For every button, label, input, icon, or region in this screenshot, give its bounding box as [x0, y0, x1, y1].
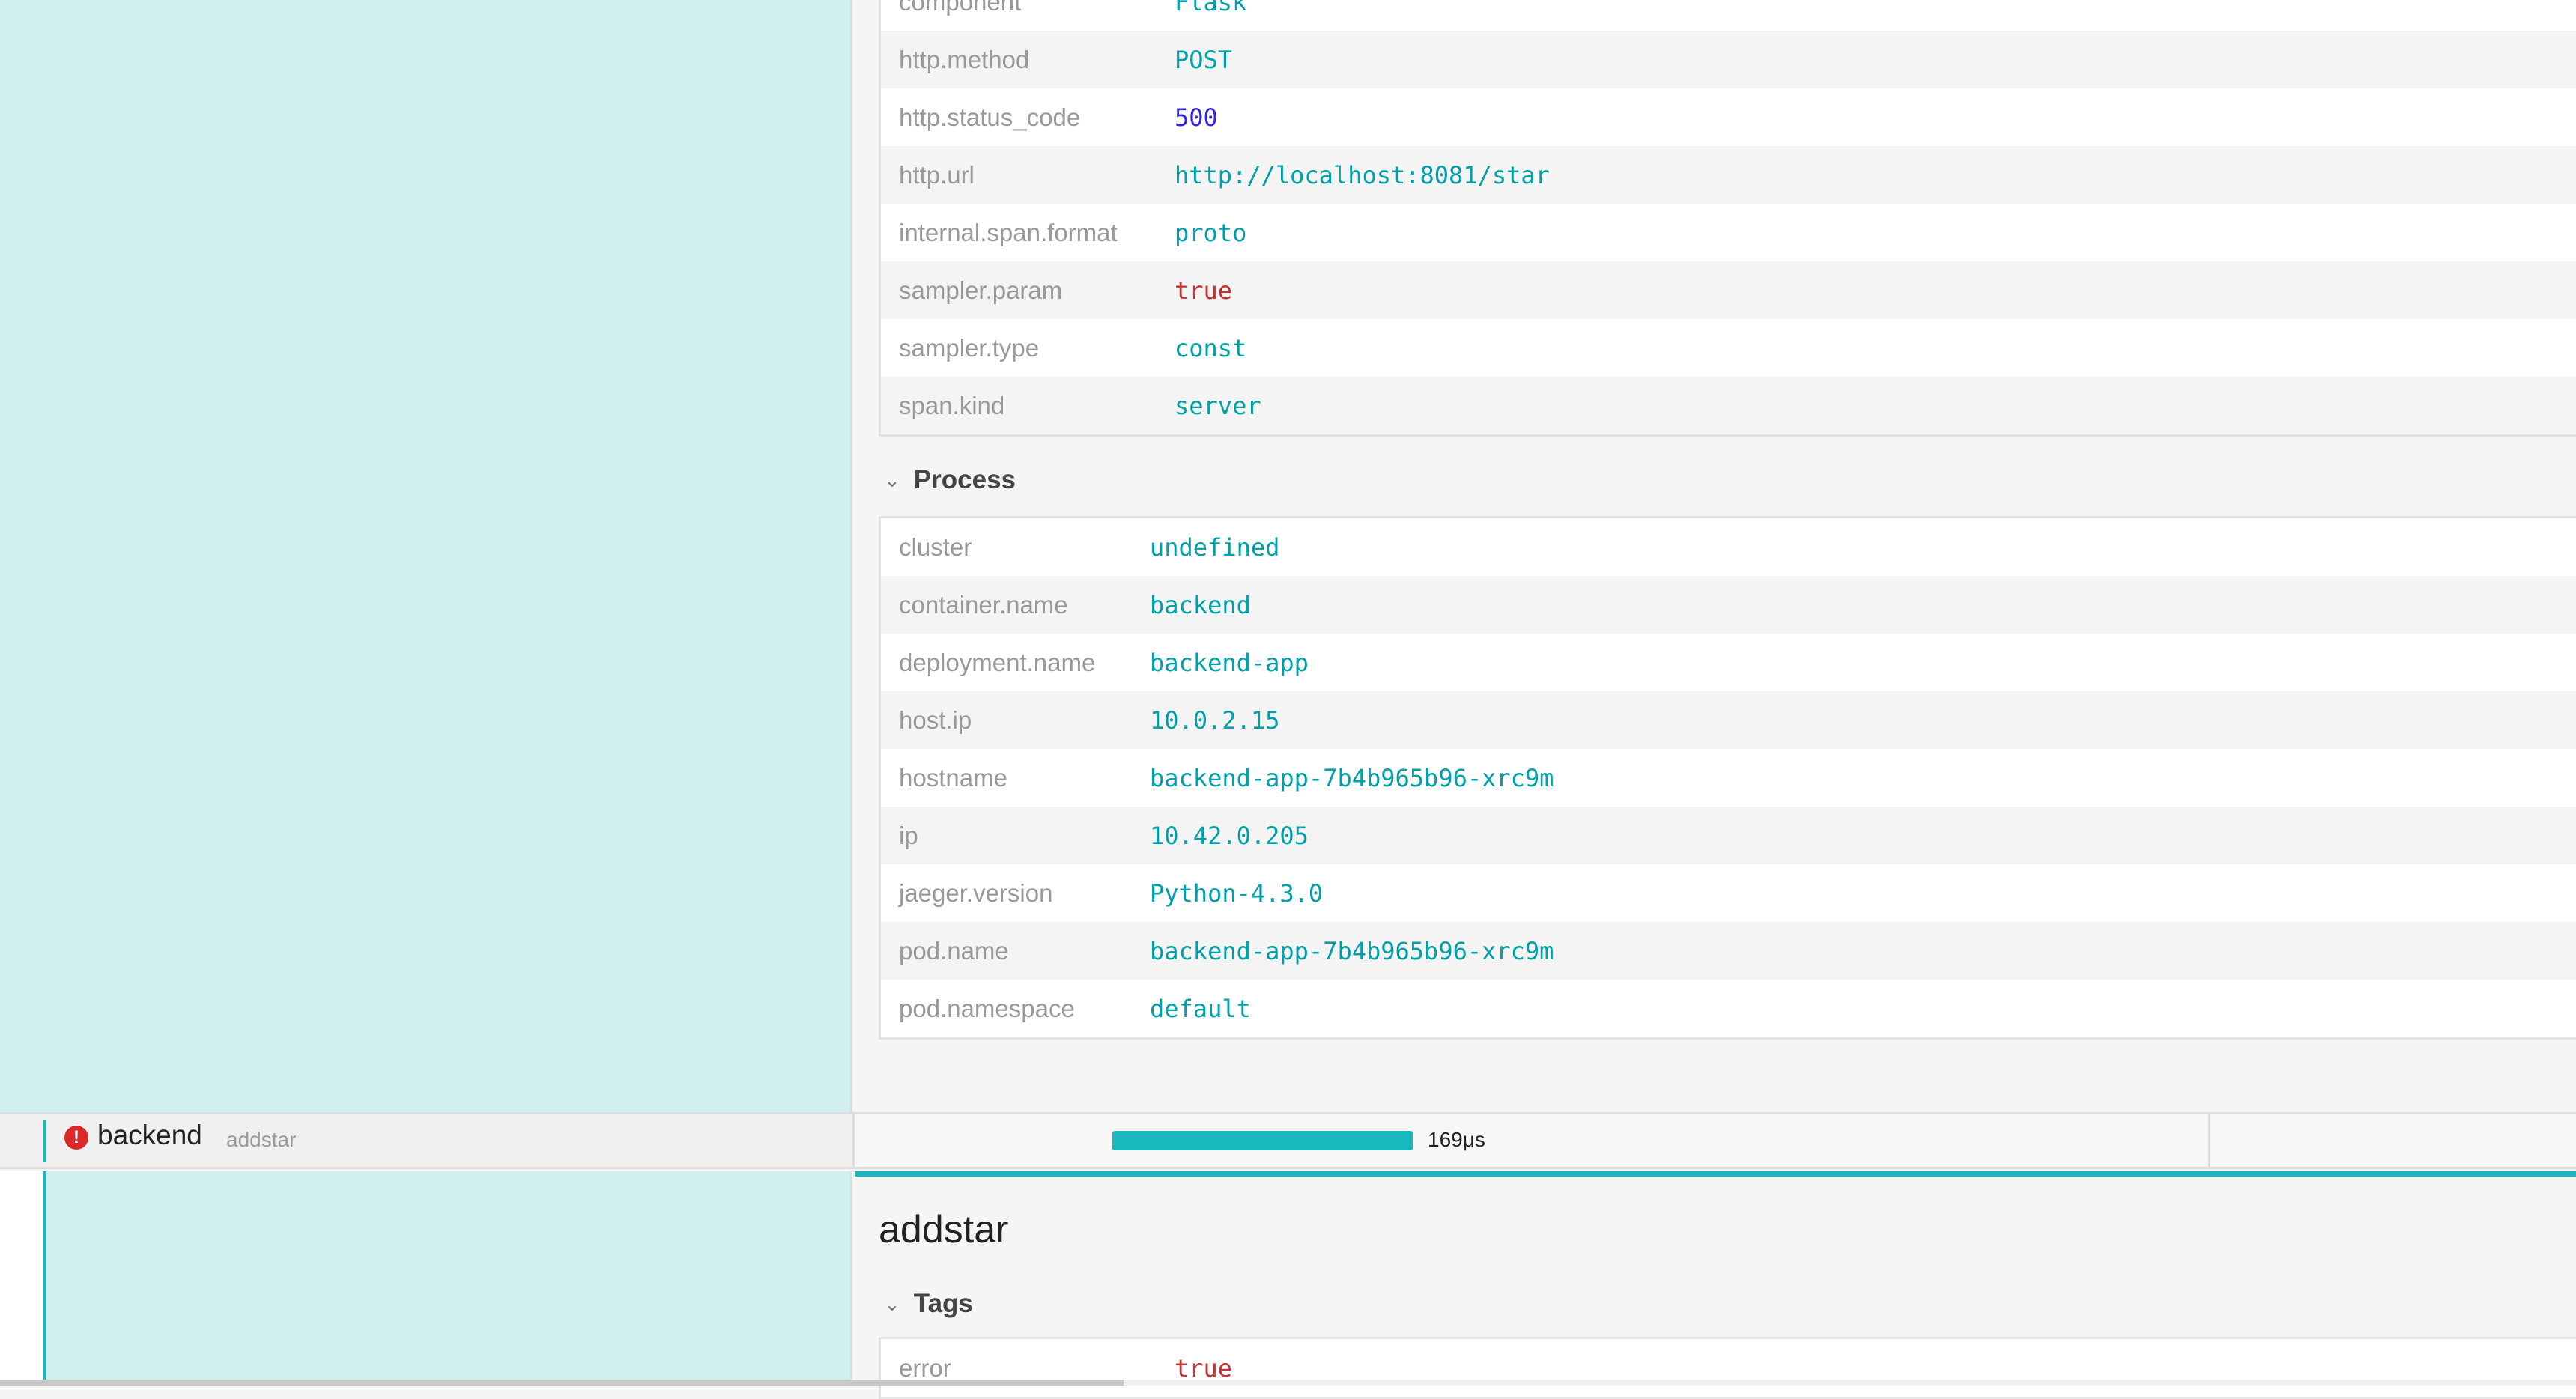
kv-row: cluster undefined — [881, 518, 2576, 576]
span-row-backend-addstar[interactable]: ! backend addstar 169μs — [0, 1112, 2576, 1169]
kv-key: deployment.name — [899, 648, 1096, 676]
span-duration-label: 169μs — [1428, 1128, 1485, 1151]
span-duration-bar[interactable] — [1112, 1131, 1413, 1150]
kv-row: pod.name backend-app-7b4b965b96-xrc9m — [881, 922, 2576, 980]
chevron-down-icon: ⌄ — [884, 468, 900, 491]
kv-row: span.kind server — [881, 377, 2576, 434]
kv-key: http.method — [899, 45, 1030, 73]
kv-value: Flask — [1175, 0, 1247, 16]
kv-key: ip — [899, 821, 918, 849]
kv-value: true — [1175, 276, 1233, 305]
detail-top-border — [855, 1171, 2576, 1177]
kv-row: internal.span.format proto — [881, 204, 2576, 261]
detail-row-left — [46, 1171, 852, 1380]
kv-value: 500 — [1175, 103, 1218, 132]
kv-key: sampler.param — [899, 276, 1063, 304]
kv-row: jaeger.version Python-4.3.0 — [881, 864, 2576, 922]
kv-value: backend-app-7b4b965b96-xrc9m — [1150, 936, 1554, 965]
kv-row: component Flask — [881, 0, 2576, 31]
kv-row: sampler.type const — [881, 319, 2576, 377]
kv-key: pod.namespace — [899, 994, 1075, 1022]
kv-key: http.status_code — [899, 103, 1081, 131]
kv-row: http.url http://localhost:8081/star — [881, 146, 2576, 204]
kv-value: Python-4.3.0 — [1150, 878, 1324, 908]
kv-key: pod.name — [899, 936, 1009, 965]
kv-row: hostname backend-app-7b4b965b96-xrc9m — [881, 749, 2576, 807]
kv-value: POST — [1175, 45, 1233, 74]
kv-key: jaeger.version — [899, 878, 1053, 907]
kv-value: undefined — [1150, 532, 1280, 562]
kv-key: http.url — [899, 160, 975, 189]
kv-row: deployment.name backend-app — [881, 634, 2576, 691]
tag-value: true — [1175, 1353, 1233, 1383]
kv-value: default — [1150, 994, 1251, 1023]
kv-value: server — [1175, 391, 1261, 420]
process-table: cluster undefined container.name backend dep… — [879, 516, 2576, 1040]
kv-key: cluster — [899, 532, 972, 561]
kv-row: host.ip 10.0.2.15 — [881, 691, 2576, 749]
tags-label: Tags — [913, 1289, 973, 1318]
span-depth-line — [43, 1120, 46, 1162]
scrollbar-thumb[interactable] — [0, 1380, 1124, 1386]
chevron-down-icon: ⌄ — [884, 1292, 900, 1315]
tag-row-error: error true — [881, 1339, 2576, 1397]
span-tree-panel — [0, 0, 852, 1112]
kv-row: pod.namespace default — [881, 980, 2576, 1037]
kv-row: ip 10.42.0.205 — [881, 807, 2576, 864]
error-icon: ! — [64, 1126, 88, 1150]
kv-value: proto — [1175, 218, 1247, 247]
kv-row: container.name backend — [881, 576, 2576, 634]
kv-key: host.ip — [899, 705, 972, 734]
kv-key: hostname — [899, 763, 1007, 792]
kv-row: http.status_code 500 — [881, 88, 2576, 146]
process-section-toggle[interactable]: ⌄ Process — [884, 465, 1016, 495]
kv-key: component — [899, 0, 1022, 16]
tag-key: error — [899, 1353, 951, 1382]
kv-value: backend — [1150, 590, 1251, 619]
kv-key: container.name — [899, 590, 1068, 619]
kv-key: span.kind — [899, 391, 1005, 419]
kv-value: http://localhost:8081/star — [1175, 160, 1550, 189]
kv-value: backend-app — [1150, 648, 1309, 677]
kv-value: 10.0.2.15 — [1150, 705, 1280, 735]
tick-line — [2208, 1114, 2210, 1167]
kv-value: 10.42.0.205 — [1150, 821, 1309, 850]
span-operation-name: addstar — [226, 1128, 297, 1151]
kv-key: internal.span.format — [899, 218, 1118, 246]
horizontal-scrollbar[interactable] — [0, 1380, 2576, 1386]
kv-row: http.method POST — [881, 31, 2576, 88]
kv-value: backend-app-7b4b965b96-xrc9m — [1150, 763, 1554, 792]
kv-key: sampler.type — [899, 333, 1040, 362]
kv-row: sampler.param true — [881, 261, 2576, 319]
tags-section-toggle[interactable]: ⌄ Tags — [884, 1289, 973, 1319]
detail-tags-table: error true — [879, 1337, 2576, 1399]
indent-gutter — [0, 1171, 44, 1380]
kv-value: const — [1175, 333, 1247, 362]
span-detail-title: addstar — [879, 1208, 1009, 1251]
span-service-name: backend — [97, 1120, 202, 1150]
process-label: Process — [913, 465, 1016, 494]
tags-table: component Flask http.method POST http.status… — [879, 0, 2576, 437]
